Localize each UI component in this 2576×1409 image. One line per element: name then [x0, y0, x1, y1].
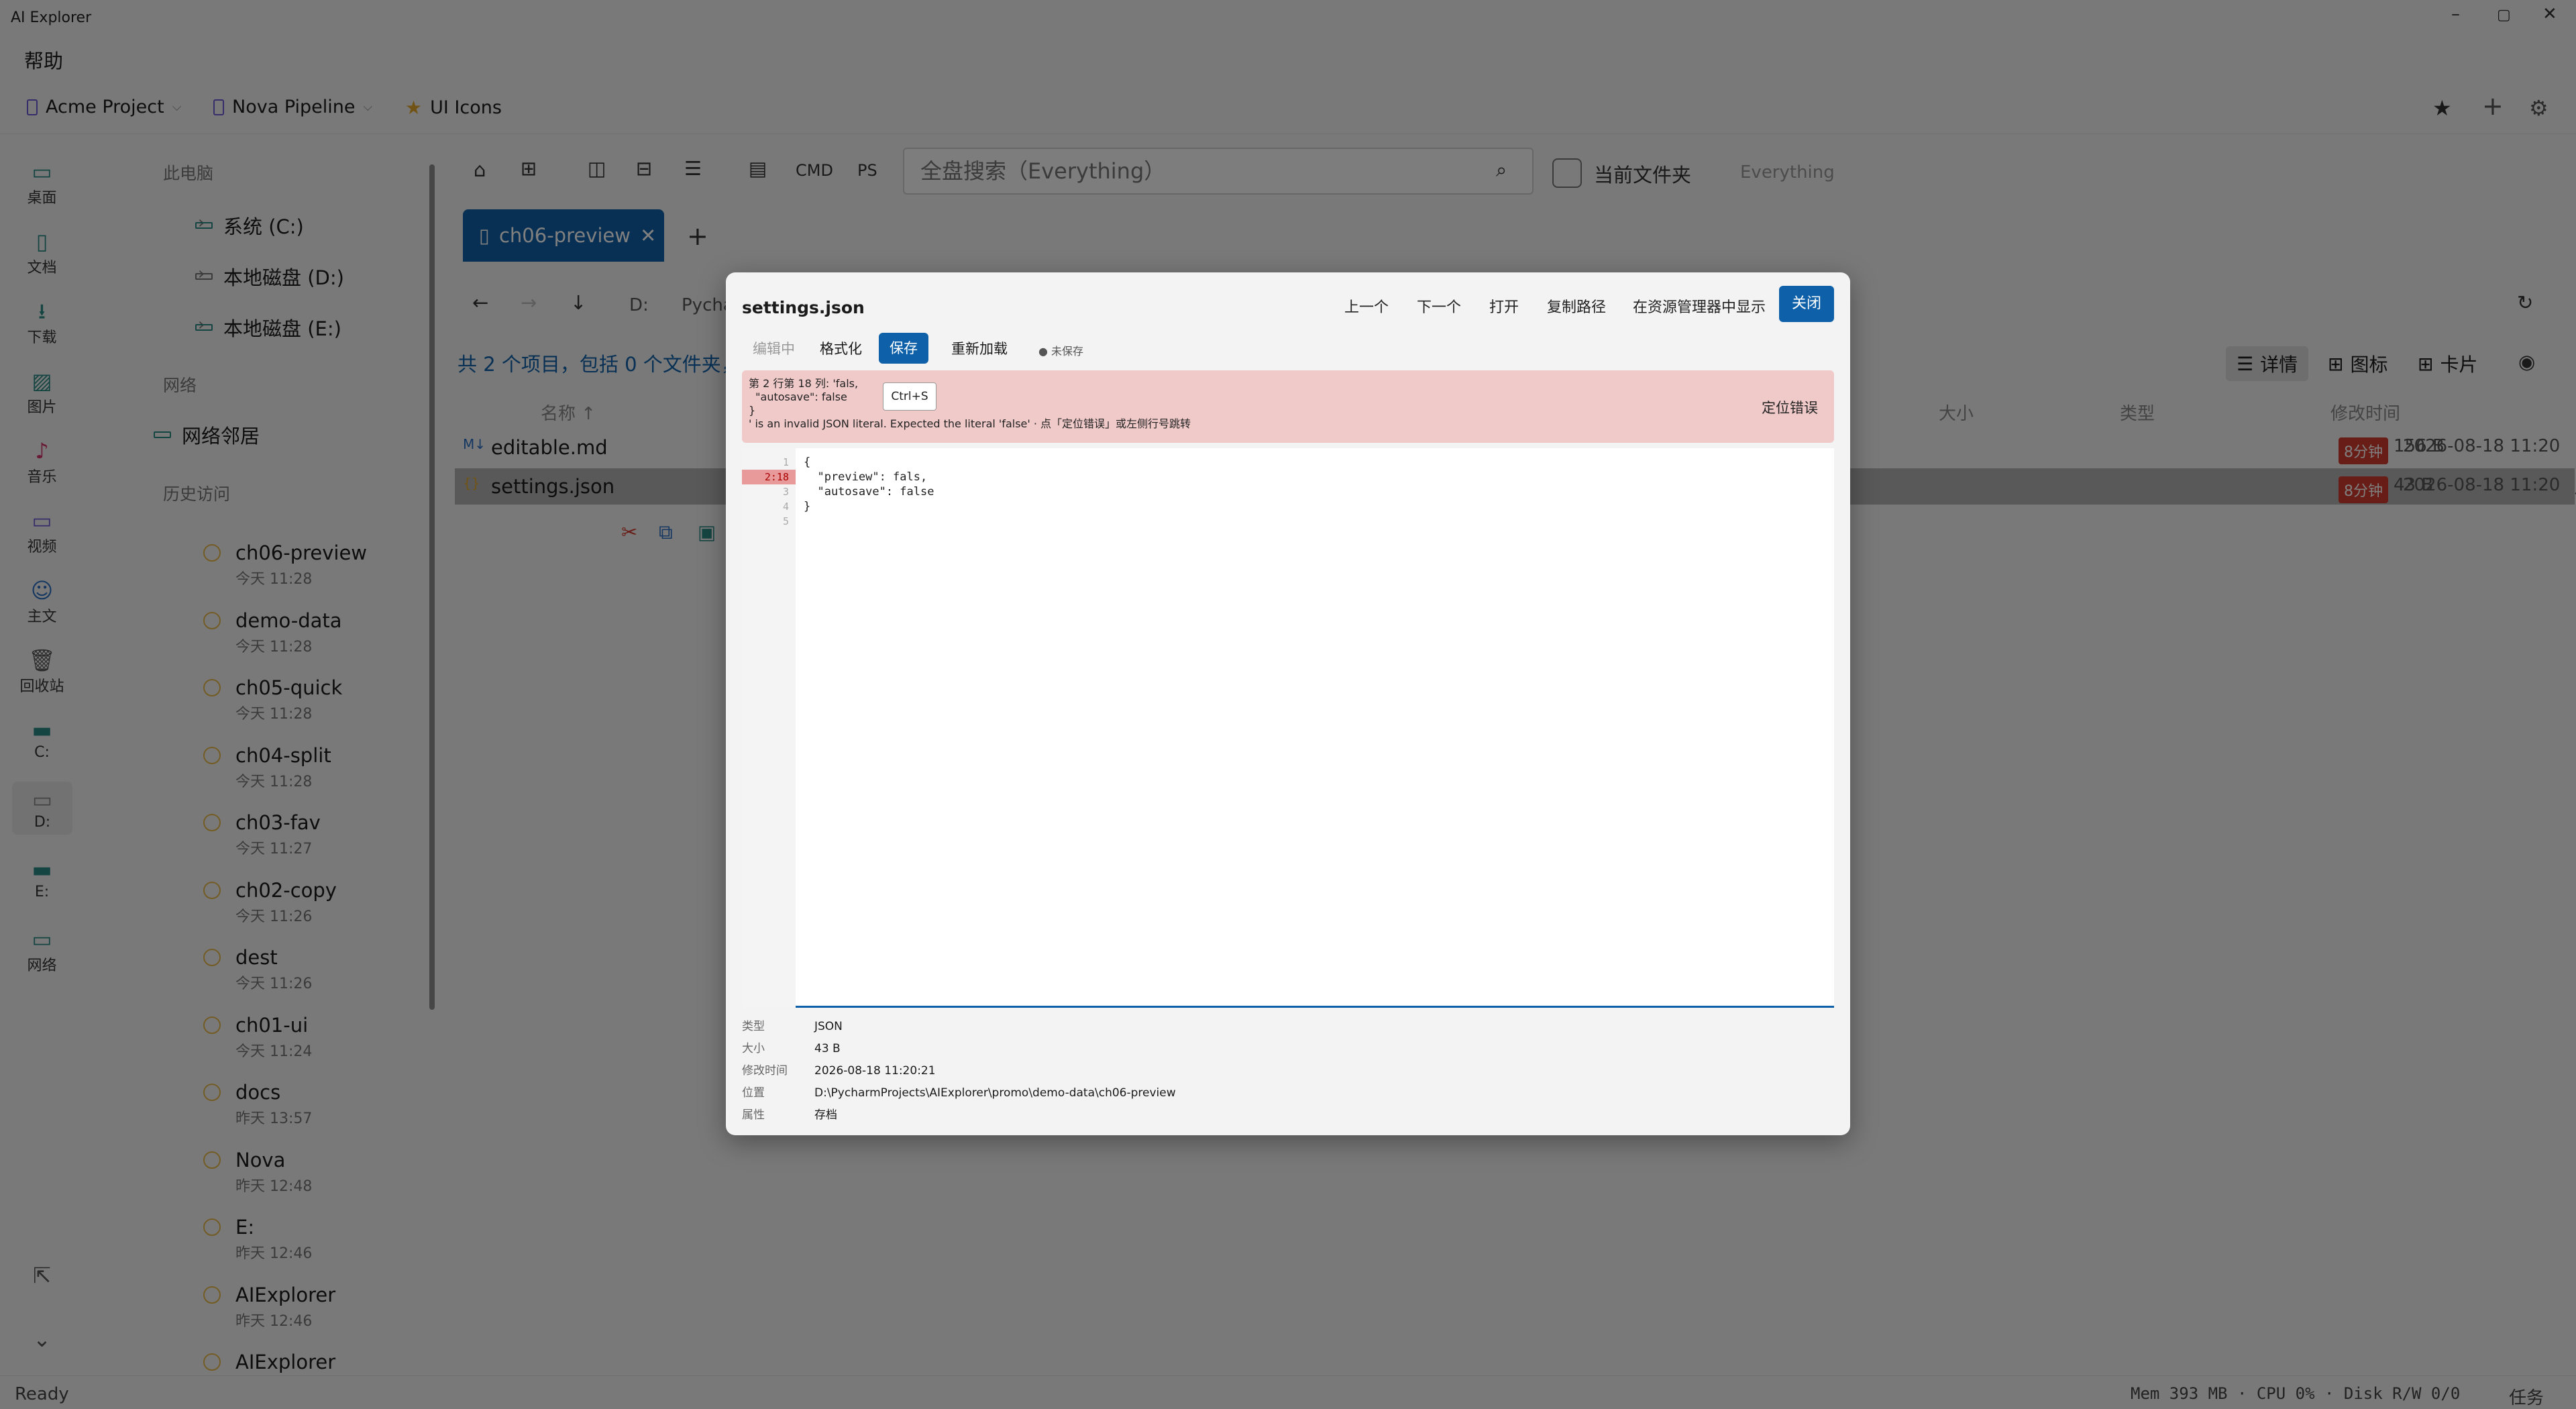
prop-value: 存档 [814, 1108, 837, 1122]
line-number[interactable]: 1 [742, 455, 796, 470]
unsaved-indicator: ● 未保存 [1038, 345, 1084, 358]
error-line: ' is an invalid JSON literal. Expected t… [749, 417, 1191, 430]
error-line: 第 2 行第 18 列: 'fals, [749, 377, 859, 390]
prop-row: 属性 存档 [742, 1104, 1176, 1127]
error-line-number[interactable]: 2:18 [742, 470, 796, 484]
line-number[interactable]: 5 [742, 514, 796, 529]
prop-row: 位置 D:\PycharmProjects\AIExplorer\promo\de… [742, 1082, 1176, 1104]
prop-row: 类型 JSON [742, 1016, 1176, 1038]
line-number[interactable]: 4 [742, 499, 796, 514]
prop-value: D:\PycharmProjects\AIExplorer\promo\demo… [814, 1086, 1176, 1100]
line-gutter[interactable]: 1 2:18 3 4 5 [742, 448, 796, 1008]
open-button[interactable]: 打开 [1489, 295, 1519, 317]
code-content[interactable]: { "preview": fals, "autosave": false } [804, 455, 934, 514]
next-button[interactable]: 下一个 [1417, 295, 1461, 317]
prop-value: 43 B [814, 1042, 841, 1055]
prop-key: 大小 [742, 1042, 765, 1055]
error-banner: 第 2 行第 18 列: 'fals, "autosave": false } … [742, 370, 1834, 443]
error-line: "autosave": false [749, 390, 847, 403]
prev-button[interactable]: 上一个 [1344, 295, 1389, 317]
prop-row: 大小 43 B [742, 1038, 1176, 1060]
copy-path-button[interactable]: 复制路径 [1547, 295, 1606, 317]
error-message: 第 2 行第 18 列: 'fals, "autosave": false } … [749, 377, 1191, 431]
prop-key: 位置 [742, 1086, 765, 1100]
save-button[interactable]: 保存 [879, 333, 928, 364]
json-editor[interactable]: 1 2:18 3 4 5 { "preview": fals, "autosav… [742, 448, 1834, 1008]
locate-error-button[interactable]: 定位错误 [1762, 397, 1818, 417]
prop-key: 属性 [742, 1108, 765, 1122]
prop-key: 类型 [742, 1020, 765, 1033]
tab-editing[interactable]: 编辑中 [753, 338, 795, 358]
close-dialog-button[interactable]: 关闭 [1779, 286, 1834, 322]
reveal-in-explorer-button[interactable]: 在资源管理器中显示 [1633, 295, 1766, 317]
dialog-title: settings.json [742, 298, 865, 317]
reload-button[interactable]: 重新加载 [951, 338, 1008, 358]
prop-key: 修改时间 [742, 1064, 788, 1078]
shortcut-tooltip: Ctrl+S [883, 382, 936, 411]
error-line: } [749, 404, 756, 417]
file-properties: 类型 JSON 大小 43 B 修改时间 2026-08-18 11:20:21 位置… [742, 1016, 1176, 1127]
prop-row: 修改时间 2026-08-18 11:20:21 [742, 1060, 1176, 1082]
format-button[interactable]: 格式化 [820, 338, 862, 358]
prop-value: JSON [814, 1020, 843, 1033]
file-preview-dialog: settings.json 上一个 下一个 打开 复制路径 在资源管理器中显示 … [726, 272, 1850, 1135]
prop-value: 2026-08-18 11:20:21 [814, 1064, 936, 1078]
line-number[interactable]: 3 [742, 484, 796, 499]
